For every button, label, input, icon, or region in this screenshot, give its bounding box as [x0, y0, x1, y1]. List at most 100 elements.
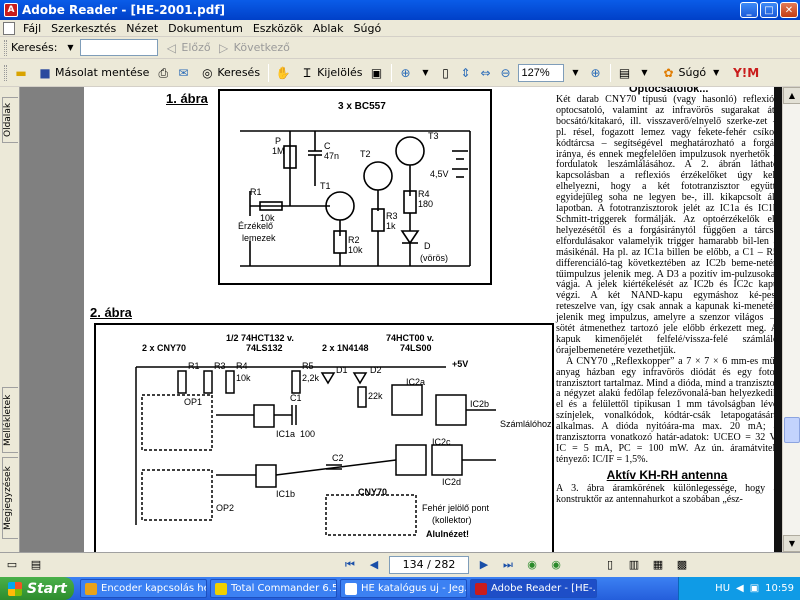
- toolbar-separator: [268, 63, 270, 82]
- next-result-button[interactable]: Következő: [234, 41, 290, 54]
- label-c-value: 100: [300, 429, 316, 439]
- help-button[interactable]: ✿ Súgó ▼: [655, 62, 731, 84]
- toolbar-grip[interactable]: [4, 39, 7, 56]
- next-result-icon[interactable]: ▷: [216, 40, 232, 56]
- network-icon[interactable]: ▣: [750, 583, 759, 594]
- close-button[interactable]: ✕: [780, 2, 798, 18]
- open-folder-icon[interactable]: ▬: [13, 65, 29, 81]
- tab-comments[interactable]: Megjegyzések: [2, 457, 18, 539]
- label-sensor: Érzékelő: [238, 221, 274, 231]
- clock[interactable]: 10:59: [765, 583, 794, 594]
- previous-view-icon[interactable]: ◉: [523, 556, 541, 574]
- label-r1: R1: [250, 187, 262, 197]
- menu-edit[interactable]: Szerkesztés: [46, 22, 121, 35]
- notepad-icon: [345, 582, 357, 595]
- taskbar-item-adobe-reader[interactable]: Adobe Reader - [HE-...: [470, 579, 597, 598]
- vertical-scrollbar[interactable]: ▲ ▼: [782, 87, 800, 552]
- prev-page-icon[interactable]: ◀: [365, 556, 383, 574]
- label-led-color: (vörös): [420, 253, 449, 263]
- search-toolbar: Keresés: ▼ ◁ Előző ▷ Következő: [0, 37, 800, 59]
- side-panel: Oldalak Mellékletek Megjegyzések: [0, 87, 20, 552]
- binoculars-icon: ◎: [202, 65, 213, 80]
- search-input[interactable]: [80, 39, 159, 56]
- snapshot-icon[interactable]: ▣: [369, 65, 385, 81]
- maximize-button[interactable]: □: [760, 2, 778, 18]
- actual-size-icon[interactable]: ▯: [438, 65, 454, 81]
- label-c2: C2: [332, 453, 344, 463]
- label-r3: R3: [386, 211, 398, 221]
- minimize-button[interactable]: _: [740, 2, 758, 18]
- taskbar-item-total-commander[interactable]: Total Commander 6.5...: [210, 579, 337, 598]
- label-r1: R1: [188, 361, 200, 371]
- save-copy-button[interactable]: ■ Másolat mentése: [31, 62, 153, 84]
- zoom-in-icon[interactable]: ⊕: [588, 65, 604, 81]
- label-2-2k: 2,2k: [302, 373, 320, 383]
- menu-view[interactable]: Nézet: [121, 22, 163, 35]
- first-page-icon[interactable]: ⏮: [341, 556, 359, 574]
- menu-file[interactable]: Fájl: [18, 22, 46, 35]
- start-button[interactable]: Start: [0, 577, 74, 600]
- email-icon[interactable]: ✉: [175, 65, 191, 81]
- page-number-input[interactable]: 134 / 282: [389, 556, 469, 574]
- page-layout-icon[interactable]: ▤: [617, 65, 633, 81]
- scroll-thumb[interactable]: [784, 417, 800, 443]
- label-r5: R5: [302, 361, 314, 371]
- figure-2-circuit: 2 x CNY70 1/2 74HCT132 v. 74LS132 2 x 1N…: [94, 323, 554, 552]
- taskbar-item-notepad[interactable]: HE katalógus uj - Jeg...: [340, 579, 467, 598]
- print-icon[interactable]: ⎙: [155, 65, 171, 81]
- toolbar-separator: [390, 63, 392, 82]
- search-button[interactable]: ◎ Keresés: [193, 62, 264, 84]
- zoom-tool-icon[interactable]: ⊕: [398, 65, 414, 81]
- menu-window[interactable]: Ablak: [308, 22, 349, 35]
- speaker-icon[interactable]: ◀: [736, 583, 744, 594]
- navigation-bar: ▭ ▤ ⏮ ◀ 134 / 282 ▶ ⏭ ◉ ◉ ▯ ▥ ▦ ▩: [0, 552, 800, 577]
- label-r2-value: 10k: [348, 245, 363, 255]
- zoom-level-input[interactable]: [517, 63, 564, 82]
- adobe-logo-icon[interactable]: Y!M: [732, 65, 760, 81]
- hand-tool-icon[interactable]: ✋: [275, 65, 291, 81]
- toolbar-grip[interactable]: [4, 64, 7, 81]
- last-page-icon[interactable]: ⏭: [499, 556, 517, 574]
- page-view-menu-icon[interactable]: ▤: [27, 556, 45, 574]
- label-r4: R4: [236, 361, 248, 371]
- continuous-icon[interactable]: ▥: [625, 556, 643, 574]
- single-page-icon[interactable]: ▯: [601, 556, 619, 574]
- next-page-icon[interactable]: ▶: [475, 556, 493, 574]
- language-indicator[interactable]: HU: [715, 583, 730, 594]
- label-ic1b: IC1b: [276, 489, 296, 499]
- document-icon[interactable]: [3, 21, 15, 35]
- article-paragraph: Két darab CNY70 típusú (vagy hasonló) re…: [556, 94, 778, 356]
- menu-tools[interactable]: Eszközök: [248, 22, 308, 35]
- scroll-up-button[interactable]: ▲: [783, 87, 800, 104]
- article-paragraph: A CNY70 „Reflexkopper” a 7 × 7 × 6 mm-es…: [556, 355, 778, 465]
- layout-dropdown-icon[interactable]: ▼: [637, 65, 653, 81]
- taskbar-item-encoder[interactable]: Encoder kapcsolás he...: [80, 579, 207, 598]
- tab-attachments[interactable]: Mellékletek: [2, 387, 18, 453]
- menu-document[interactable]: Dokumentum: [163, 22, 248, 35]
- prev-result-icon[interactable]: ◁: [163, 40, 179, 56]
- document-viewport[interactable]: Optocsatolók... 1. ábra 3 x BC557 P 1M C…: [20, 87, 782, 552]
- label-22k: 22k: [368, 391, 383, 401]
- label-r4-value: 180: [418, 199, 434, 209]
- facing-icon[interactable]: ▦: [649, 556, 667, 574]
- tab-pages[interactable]: Oldalak: [2, 97, 18, 143]
- zoom-dropdown-icon[interactable]: ▼: [568, 65, 584, 81]
- label-47n: 47n: [324, 151, 340, 161]
- scroll-down-button[interactable]: ▼: [783, 535, 800, 552]
- label-t2: T2: [360, 149, 371, 159]
- zoom-dropdown-icon[interactable]: ▼: [418, 65, 434, 81]
- menu-help[interactable]: Súgó: [349, 22, 387, 35]
- prev-result-button[interactable]: Előző: [181, 41, 210, 54]
- label-op1: OP1: [184, 397, 203, 407]
- fit-width-icon[interactable]: ⇔: [478, 65, 494, 81]
- next-view-icon[interactable]: ◉: [547, 556, 565, 574]
- page-view-icon[interactable]: ▭: [3, 556, 21, 574]
- label-collector: (kollektor): [432, 515, 472, 525]
- continuous-facing-icon[interactable]: ▩: [673, 556, 691, 574]
- main-toolbar: ▬ ■ Másolat mentése ⎙ ✉ ◎ Keresés ✋ Ɪ Ki…: [0, 59, 800, 87]
- search-dropdown-icon[interactable]: ▼: [62, 40, 78, 56]
- select-tool-button[interactable]: Ɪ Kijelölés: [293, 62, 366, 84]
- article-column: Két darab CNY70 típusú (vagy hasonló) re…: [556, 94, 778, 506]
- fit-page-icon[interactable]: ⇕: [458, 65, 474, 81]
- zoom-out-icon[interactable]: ⊖: [498, 65, 514, 81]
